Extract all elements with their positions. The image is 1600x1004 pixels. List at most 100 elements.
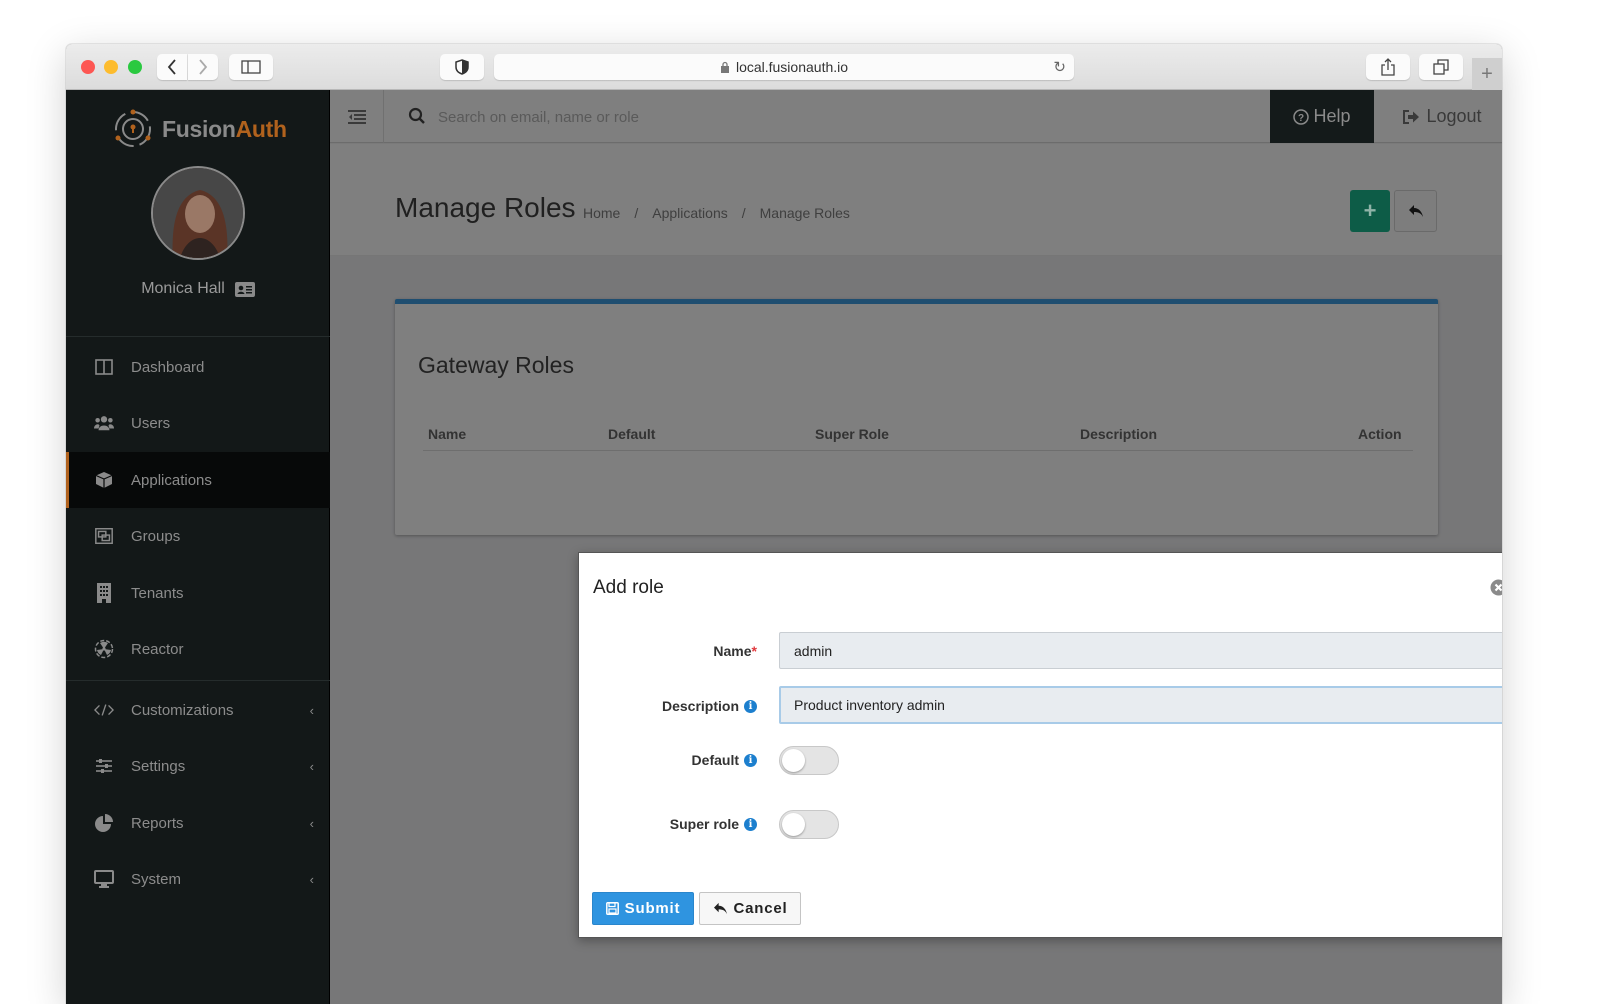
chevron-left-icon: [167, 59, 176, 75]
breadcrumb-applications[interactable]: Applications: [652, 205, 728, 221]
new-tab-button[interactable]: +: [1472, 58, 1502, 90]
fusionauth-logo[interactable]: FusionAuth: [112, 108, 287, 150]
user-photo: [153, 168, 243, 258]
sidebar-item-reactor[interactable]: Reactor: [66, 621, 330, 677]
pie-chart-icon: [95, 814, 113, 832]
chevron-left-icon: ‹: [309, 815, 314, 831]
users-icon: [94, 416, 114, 431]
info-icon[interactable]: i: [744, 753, 757, 767]
breadcrumb-current: Manage Roles: [759, 205, 850, 221]
name-input[interactable]: [779, 632, 1502, 669]
plus-icon: +: [1363, 198, 1377, 223]
privacy-button[interactable]: [440, 54, 484, 80]
address-bar[interactable]: local.fusionauth.io ↻: [494, 54, 1074, 80]
user-name[interactable]: Monica Hall: [66, 280, 330, 298]
cancel-button[interactable]: Cancel: [699, 892, 801, 925]
page-header: Manage Roles Home / Applications / Manag…: [330, 144, 1502, 256]
description-label: Description i: [662, 698, 757, 714]
reply-icon: [713, 902, 727, 915]
sidebar-item-dashboard[interactable]: Dashboard: [66, 339, 330, 395]
chevron-left-icon: ‹: [309, 758, 314, 774]
breadcrumb-separator: /: [634, 205, 639, 221]
help-button[interactable]: ? Help: [1270, 90, 1374, 143]
super-role-toggle[interactable]: [779, 810, 839, 839]
sidebar-item-applications[interactable]: Applications: [66, 452, 330, 508]
breadcrumb-home[interactable]: Home: [583, 205, 620, 221]
show-sidebar-button[interactable]: [229, 54, 273, 80]
column-header-super-role: Super Role: [815, 426, 889, 442]
add-role-button[interactable]: +: [1350, 190, 1390, 232]
info-icon[interactable]: i: [744, 699, 757, 713]
sidebar-item-settings[interactable]: Settings ‹: [66, 738, 330, 794]
share-button[interactable]: [1366, 54, 1410, 80]
dashboard-icon: [95, 359, 113, 375]
menu-toggle-button[interactable]: [330, 90, 384, 143]
default-toggle[interactable]: [779, 746, 839, 775]
chevron-left-icon: ‹: [309, 702, 314, 718]
back-button[interactable]: [157, 54, 187, 80]
sidebar-item-label: System: [131, 870, 182, 888]
question-circle-icon: ?: [1293, 108, 1310, 125]
minimize-window-button[interactable]: [104, 60, 118, 74]
default-label: Default i: [692, 752, 757, 768]
panel-title: Gateway Roles: [418, 352, 574, 378]
description-input[interactable]: [779, 686, 1502, 724]
search-input[interactable]: [438, 103, 938, 131]
sliders-icon: [96, 759, 112, 773]
close-window-button[interactable]: [81, 60, 95, 74]
toggle-knob: [782, 813, 805, 836]
sidebar-item-label: Customizations: [131, 701, 234, 719]
sidebar-item-groups[interactable]: Groups: [66, 508, 330, 564]
sidebar-item-label: Dashboard: [131, 358, 205, 376]
browser-window: local.fusionauth.io ↻ + FusionAuth Monic…: [66, 44, 1502, 1004]
sign-out-icon: [1403, 109, 1420, 124]
breadcrumb: Home / Applications / Manage Roles: [583, 205, 850, 221]
sidebar-item-customizations[interactable]: Customizations ‹: [66, 682, 330, 738]
column-header-name: Name: [428, 426, 467, 442]
info-icon[interactable]: i: [744, 817, 757, 831]
close-circle-icon: [1490, 579, 1502, 596]
sidebar-item-system[interactable]: System ‹: [66, 851, 330, 907]
name-label: Name *: [713, 643, 757, 659]
submit-button[interactable]: Submit: [592, 892, 694, 925]
sidebar-item-label: Users: [131, 414, 171, 432]
code-icon: [94, 704, 114, 716]
sidebar: FusionAuth Monica Hall Dashboard Users A…: [66, 90, 330, 1004]
forward-button[interactable]: [188, 54, 218, 80]
sidebar-divider: [66, 336, 330, 337]
fusionauth-logo-icon: [115, 109, 151, 147]
id-card-icon: [234, 281, 255, 297]
sidebar-item-reports[interactable]: Reports ‹: [66, 795, 330, 851]
radiation-icon: [94, 639, 114, 659]
logout-button[interactable]: Logout: [1382, 90, 1502, 143]
shield-icon: [455, 59, 469, 75]
back-to-applications-button[interactable]: [1394, 190, 1437, 232]
top-navbar: ? Help Logout: [330, 90, 1502, 143]
desktop-icon: [94, 870, 114, 888]
sidebar-item-label: Settings: [131, 757, 186, 775]
sidebar-item-tenants[interactable]: Tenants: [66, 565, 330, 621]
maximize-window-button[interactable]: [128, 60, 142, 74]
dialog-title: Add role: [593, 577, 664, 598]
cube-icon: [95, 472, 113, 488]
column-header-default: Default: [608, 426, 656, 442]
chevron-left-icon: ‹: [309, 871, 314, 887]
breadcrumb-separator: /: [741, 205, 746, 221]
sidebar-item-label: Groups: [131, 527, 181, 545]
close-dialog-button[interactable]: [1490, 579, 1502, 601]
sidebar-item-label: Tenants: [131, 584, 184, 602]
show-tabs-button[interactable]: [1419, 54, 1463, 80]
sidebar-item-users[interactable]: Users: [66, 395, 330, 451]
sidebar-item-label: Applications: [131, 471, 212, 489]
save-icon: [605, 902, 619, 915]
add-role-dialog: Add role Name* Description i Default i S…: [578, 552, 1502, 938]
reload-icon[interactable]: ↻: [1053, 58, 1066, 76]
building-icon: [97, 583, 111, 603]
search-icon: [408, 107, 426, 130]
chevron-right-icon: [199, 59, 208, 75]
sidebar-icon: [241, 60, 261, 74]
share-icon: [1381, 58, 1395, 76]
avatar[interactable]: [151, 166, 245, 260]
groups-icon: [95, 528, 113, 544]
page-title: Manage Roles: [395, 192, 576, 223]
